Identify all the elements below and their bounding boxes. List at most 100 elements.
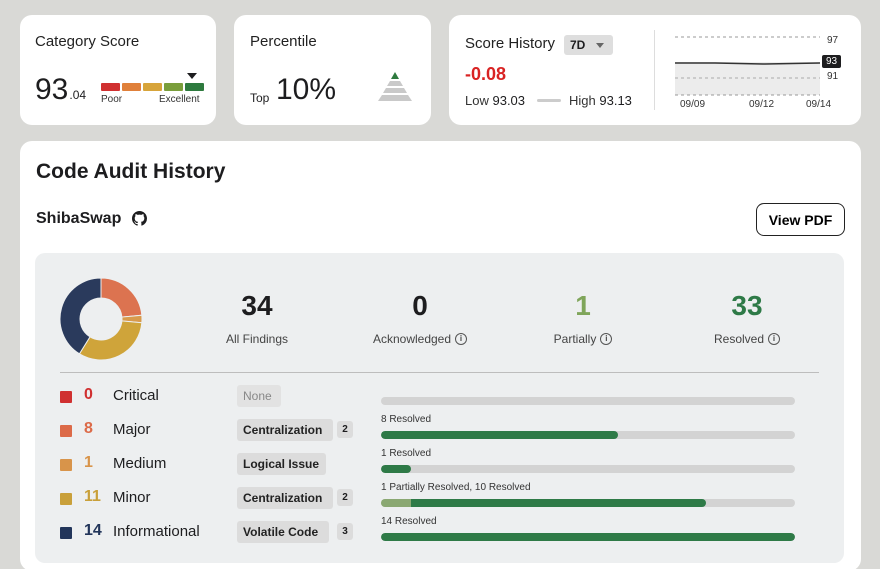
github-icon[interactable] [132,211,147,226]
category-score-value: 93.04 [35,73,87,106]
issue-tag-count: 3 [337,523,353,540]
severity-count: 14 [84,522,102,539]
resolved-fill [381,465,411,473]
resolution-bar [381,397,795,405]
percentile-card: Percentile Top 10% [234,15,431,125]
scale-segment [185,83,204,91]
issue-tag[interactable]: Centralization [237,419,333,441]
resolved-fill [381,431,618,439]
low-value: Low 93.03 [465,93,526,108]
stat-value: 34 [241,290,273,321]
resolution-label: 1 Partially Resolved, 10 Resolved [381,482,531,493]
chevron-down-icon [596,43,604,48]
donut-slice-minor [78,320,143,361]
severity-label: Critical [113,387,159,404]
severity-label: Informational [113,523,200,540]
resolution-bar [381,431,795,439]
resolution-bar [381,499,795,507]
severity-label: Medium [113,455,167,472]
y-tick-97: 97 [827,35,839,46]
severity-color-icon [60,425,72,437]
severity-count: 11 [84,488,101,505]
resolution-bar [381,533,795,541]
y-tick-91: 91 [827,71,839,82]
stat-acknowledged: 0 Acknowledged i [350,290,490,346]
stat-value: 33 [731,290,763,321]
score-scale [101,83,204,91]
stat-partially: 1 Partially i [513,290,653,346]
issue-tag[interactable]: Volatile Code [237,521,329,543]
issue-tag[interactable]: Centralization [237,487,333,509]
scale-marker-icon [187,73,197,79]
percentile-title: Percentile [250,33,317,50]
info-icon[interactable]: i [455,333,468,345]
severity-row-minor: 11 Minor Centralization 2 1 Partially Re… [60,482,820,516]
resolution-label: 14 Resolved [381,516,437,527]
stat-label: Acknowledged i [350,332,490,346]
x-tick-2: 09/12 [749,99,775,110]
divider [654,30,655,110]
category-score-title: Category Score [35,33,140,50]
info-icon[interactable]: i [600,333,613,345]
resolved-fill [381,533,795,541]
x-tick-3: 09/14 [806,99,832,110]
y-tick-93: 93 [822,55,842,68]
audit-title: Code Audit History [36,160,226,183]
severity-row-critical: 0 Critical None [60,384,820,414]
findings-panel: 34 All Findings 0 Acknowledged i 1 Partia… [35,253,844,563]
severity-count: 1 [84,454,93,471]
issue-tag-count: 2 [337,421,353,438]
pyramid-icon [378,72,412,101]
severity-label: Minor [113,489,151,506]
severity-color-icon [60,391,72,403]
issue-tag[interactable]: None [237,385,281,407]
score-history-title: Score History [465,35,556,52]
donut-slice-major [100,277,143,318]
resolution-label: 1 Resolved [381,448,432,459]
scale-segment [143,83,162,91]
resolved-fill [410,499,707,507]
issue-tag-count: 2 [337,489,353,506]
stat-all-findings: 34 All Findings [187,290,327,346]
range-dropdown[interactable]: 7D [564,35,613,55]
severity-donut-chart [59,277,143,361]
high-value: High 93.13 [569,93,632,108]
severity-color-icon [60,527,72,539]
severity-row-medium: 1 Medium Logical Issue 1 Resolved [60,448,820,482]
percentile-prefix: Top [250,91,270,105]
stat-label: Partially i [513,332,653,346]
stat-label: All Findings [225,332,289,346]
resolution-bar [381,465,795,473]
partial-fill [381,499,411,507]
scale-segment [101,83,120,91]
severity-count: 0 [84,386,93,403]
info-icon[interactable]: i [768,333,781,345]
scale-excellent-label: Excellent [159,94,200,105]
score-history-card: Score History 7D -0.08 Low 93.03 High 93… [449,15,861,125]
severity-row-informational: 14 Informational Volatile Code 3 14 Reso… [60,516,820,550]
severity-row-major: 8 Major Centralization 2 8 Resolved [60,414,820,448]
divider [60,372,819,373]
resolution-label: 8 Resolved [381,414,432,425]
view-pdf-button[interactable]: View PDF [756,203,845,236]
range-value: 7D [570,38,586,52]
issue-tag[interactable]: Logical Issue [237,453,326,475]
scale-poor-label: Poor [101,94,123,105]
stat-value: 1 [575,290,591,321]
project-name: ShibaSwap [36,210,122,227]
severity-color-icon [60,459,72,471]
severity-label: Major [113,421,151,438]
code-audit-card: Code Audit History ShibaSwap View PDF 34… [20,141,861,569]
stat-resolved: 33 Resolved i [677,290,817,346]
category-score-card: Category Score 93.04 Poor Excellent [20,15,216,125]
score-delta: -0.08 [465,64,507,84]
percentile-value: 10% [276,73,337,106]
stat-value: 0 [412,290,428,321]
severity-color-icon [60,493,72,505]
scale-segment [164,83,183,91]
x-tick-1: 09/09 [680,99,706,110]
severity-count: 8 [84,420,93,437]
scale-segment [122,83,141,91]
stat-label: Resolved i [677,332,817,346]
range-slider-icon [537,99,561,102]
